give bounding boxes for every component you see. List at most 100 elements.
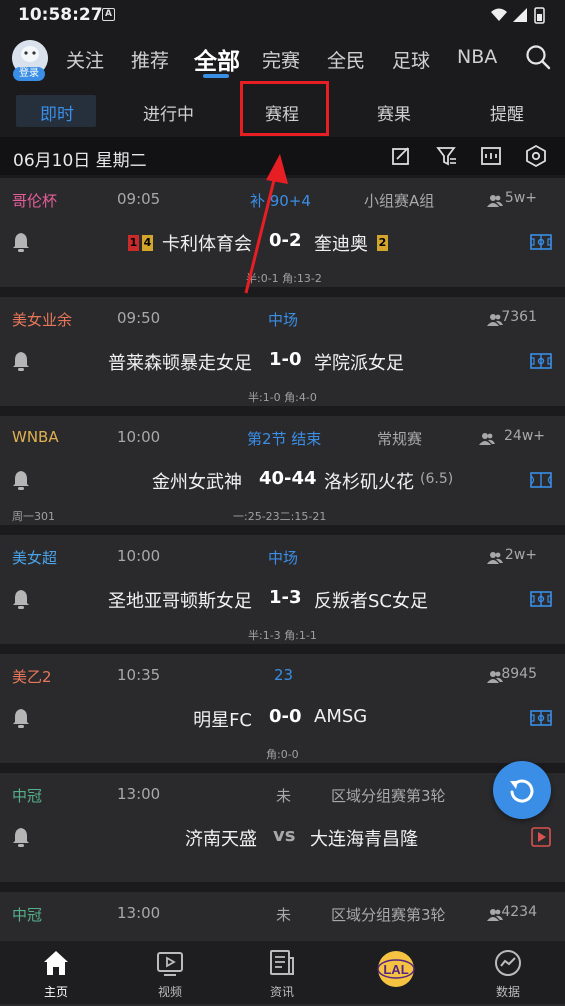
home-team: 金州女武神 <box>152 472 242 493</box>
tab-nba[interactable]: NBA <box>457 46 497 68</box>
match-score: 1-3 <box>269 587 302 608</box>
viewers-icon <box>479 430 495 449</box>
viewer-count: 7361 <box>501 309 537 325</box>
video-play-icon[interactable] <box>531 827 551 851</box>
quarter-scores: 一:25-23二:15-21 <box>233 510 327 523</box>
away-team: AMSG <box>314 706 368 727</box>
match-row[interactable]: 中冠 13:00 未 区域分组赛第3轮 济南天盛 vs 大连海青昌隆 <box>0 773 565 887</box>
bottom-nav-video[interactable]: 视频 <box>130 941 210 1005</box>
home-icon <box>42 949 70 981</box>
viewers-icon <box>487 192 503 211</box>
league-name: WNBA <box>12 428 59 446</box>
match-score: 1-0 <box>269 349 302 370</box>
match-time: 10:35 <box>117 666 161 684</box>
match-time: 10:00 <box>117 428 161 446</box>
top-nav: 登录 关注 推荐 全部 完赛 全民 足球 NBA <box>0 30 565 88</box>
match-row[interactable]: 美女业余 09:50 中场 7361 普莱森顿暴走女足 1-0 学院派女足 半:… <box>0 297 565 411</box>
pitch-icon[interactable] <box>530 234 552 254</box>
match-time: 10:00 <box>117 547 161 565</box>
match-status: 未 <box>276 906 292 924</box>
away-team: 反叛者SC女足 <box>314 591 428 612</box>
home-team: 普莱森顿暴走女足 <box>108 353 252 374</box>
status-time: 10:58:27 <box>18 5 103 25</box>
login-badge[interactable]: 登录 <box>13 67 45 81</box>
match-row[interactable]: 美乙2 10:35 23 8945 明星FC 0-0 AMSG 角:0-0 <box>0 654 565 768</box>
status-bar: 10:58:27 A <box>0 0 565 30</box>
tab-follow[interactable]: 关注 <box>66 46 104 73</box>
match-row[interactable]: 美女超 10:00 中场 2w+ 圣地亚哥顿斯女足 1-3 反叛者SC女足 半:… <box>0 535 565 649</box>
bottom-nav-data[interactable]: 数据 <box>468 941 548 1005</box>
home-team: 明星FC <box>193 710 252 731</box>
match-round: 区域分组赛第3轮 <box>331 906 446 924</box>
away-team: 学院派女足 <box>314 353 404 374</box>
match-round: 区域分组赛第3轮 <box>331 787 446 805</box>
match-status: 中场 <box>268 311 299 329</box>
match-round: 小组赛A组 <box>364 192 435 210</box>
match-status: 未 <box>276 787 292 805</box>
match-score: vs <box>273 825 296 846</box>
match-teams: 圣地亚哥顿斯女足 1-3 反叛者SC女足 <box>0 587 565 613</box>
subtab-reminders[interactable]: 提醒 <box>490 100 524 125</box>
subtab-results[interactable]: 赛果 <box>377 100 411 125</box>
signal-icon <box>513 8 527 22</box>
lakers-logo-icon: LAL <box>376 949 416 993</box>
active-tab-indicator <box>203 74 229 78</box>
system-icons <box>489 6 549 28</box>
bottom-nav-news[interactable]: 资讯 <box>242 941 322 1005</box>
bottom-nav-label: 数据 <box>495 985 520 999</box>
away-team: 奎迪奥 <box>314 234 368 255</box>
match-teams: 济南天盛 vs 大连海青昌隆 <box>0 825 565 851</box>
yellow-card: 2 <box>377 235 388 251</box>
league-name: 美女超 <box>12 549 58 567</box>
handicap-odds: (6.5) <box>420 471 454 487</box>
search-icon[interactable] <box>525 44 551 74</box>
tab-all[interactable]: 全部 <box>194 42 240 76</box>
league-name: 哥伦杯 <box>12 192 58 210</box>
match-round: 常规赛 <box>377 430 423 448</box>
wifi-icon <box>491 8 507 21</box>
bottom-nav-team-logo[interactable]: LAL <box>356 941 436 1005</box>
match-status: 中场 <box>268 549 299 567</box>
court-icon[interactable] <box>530 472 552 492</box>
pitch-icon[interactable] <box>530 591 552 611</box>
match-time: 13:00 <box>117 904 161 922</box>
league-name: 中冠 <box>12 906 43 924</box>
league-name: 美乙2 <box>12 668 52 686</box>
date-text: 06月10日 星期二 <box>13 151 147 171</box>
match-score: 0-0 <box>269 706 302 727</box>
pitch-icon[interactable] <box>530 710 552 730</box>
tab-recommend[interactable]: 推荐 <box>131 46 169 73</box>
edit-icon[interactable] <box>390 145 412 171</box>
subtab-live[interactable]: 即时 <box>40 100 74 125</box>
highlight-box <box>240 81 329 136</box>
team-logo-text: LAL <box>383 962 408 977</box>
pitch-icon[interactable] <box>530 353 552 373</box>
half-time-info: 半:1-0 角:4-0 <box>248 391 317 404</box>
filter-icon[interactable] <box>436 145 458 171</box>
viewer-count: 8945 <box>501 666 537 682</box>
annotation-arrow <box>244 154 288 294</box>
video-icon <box>156 949 184 981</box>
refresh-button[interactable] <box>493 761 551 819</box>
subtab-ongoing[interactable]: 进行中 <box>143 100 194 125</box>
tab-public[interactable]: 全民 <box>327 46 365 73</box>
settings-icon[interactable] <box>525 144 547 171</box>
bottom-nav-label: 视频 <box>157 985 182 999</box>
league-name: 中冠 <box>12 787 43 805</box>
app-notification-icon: A <box>102 8 115 21</box>
away-team: 洛杉矶火花 <box>324 472 414 493</box>
match-row[interactable]: WNBA 10:00 第2节 结束 常规赛 24w+ 金州女武神 40-44 洛… <box>0 416 565 530</box>
match-teams: 金州女武神 40-44 洛杉矶火花 (6.5) <box>0 468 565 494</box>
viewers-icon <box>487 549 503 568</box>
match-time: 09:05 <box>117 190 161 208</box>
scoreboard-icon[interactable] <box>480 145 502 171</box>
bottom-nav-label: 主页 <box>43 985 68 999</box>
news-icon <box>268 949 296 981</box>
tab-football[interactable]: 足球 <box>392 46 430 73</box>
bottom-nav-home[interactable]: 主页 <box>16 941 96 1005</box>
away-team: 大连海青昌隆 <box>310 829 418 850</box>
match-time: 13:00 <box>117 785 161 803</box>
bottom-nav: 主页 视频 资讯 LAL 数据 <box>0 940 565 1004</box>
data-icon <box>494 949 522 981</box>
tab-finished[interactable]: 完赛 <box>262 46 300 73</box>
